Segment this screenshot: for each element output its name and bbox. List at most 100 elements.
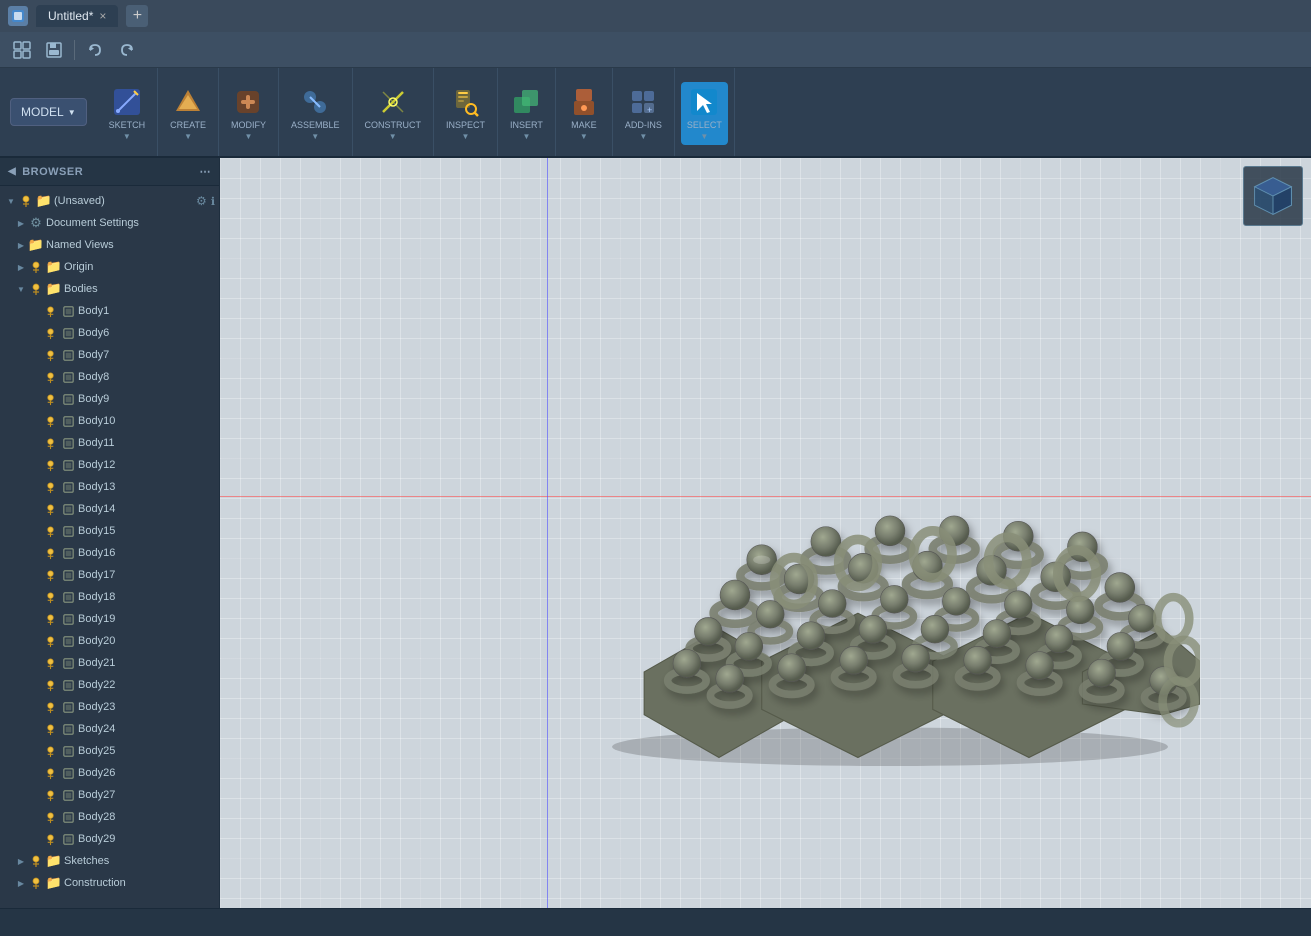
tree-root-item[interactable]: ▼ 📁 (Unsaved) ⚙ ℹ	[0, 190, 219, 212]
tree-body-item[interactable]: ▶ Body23	[0, 696, 219, 718]
tree-body-item[interactable]: ▶ Body14	[0, 498, 219, 520]
tree-body-light-icon	[42, 391, 58, 407]
redo-button[interactable]	[113, 36, 141, 64]
inspect-button[interactable]: INSPECT ▼	[440, 82, 491, 145]
tree-construction-label: Construction	[64, 877, 215, 889]
sketch-button[interactable]: SKETCH ▼	[103, 82, 152, 145]
tree-root-light-icon	[18, 193, 34, 209]
tree-origin-arrow: ▶	[14, 260, 28, 274]
tree-body-box-icon	[60, 457, 76, 473]
tree-body-item[interactable]: ▶ Body11	[0, 432, 219, 454]
tree-settings-gear-icon: ⚙	[28, 215, 44, 231]
modify-section: MODIFY ▼	[219, 68, 279, 156]
tree-origin-item[interactable]: ▶ 📁 Origin	[0, 256, 219, 278]
tree-body-item[interactable]: ▶ Body26	[0, 762, 219, 784]
make-button[interactable]: MAKE ▼	[562, 82, 606, 145]
insert-section: INSERT ▼	[498, 68, 556, 156]
tree-body-box-icon	[60, 435, 76, 451]
tree-body-box-icon	[60, 325, 76, 341]
tree-body-box-icon	[60, 391, 76, 407]
3d-viewport[interactable]	[220, 158, 1311, 908]
new-tab-button[interactable]: +	[126, 5, 148, 27]
tree-construction-folder-icon: 📁	[46, 875, 62, 891]
select-button[interactable]: SELECT ▼	[681, 82, 728, 145]
tree-named-views-item[interactable]: ▶ 📁 Named Views	[0, 234, 219, 256]
tree-body-box-icon	[60, 479, 76, 495]
construct-button[interactable]: CONSTRUCT ▼	[359, 82, 428, 145]
select-label: SELECT	[687, 120, 722, 130]
tree-body-item[interactable]: ▶ Body17	[0, 564, 219, 586]
tree-body-label: Body17	[78, 569, 215, 581]
tree-body-item[interactable]: ▶ Body24	[0, 718, 219, 740]
tree-body-light-icon	[42, 787, 58, 803]
tree-body-light-icon	[42, 743, 58, 759]
tree-body-label: Body21	[78, 657, 215, 669]
tree-body-light-icon	[42, 831, 58, 847]
tree-body-box-icon	[60, 501, 76, 517]
inspect-section: INSPECT ▼	[434, 68, 498, 156]
tree-body-item[interactable]: ▶ Body29	[0, 828, 219, 850]
tree-sketches-item[interactable]: ▶ 📁 Sketches	[0, 850, 219, 872]
tree-body-item[interactable]: ▶ Body1	[0, 300, 219, 322]
tree-construction-item[interactable]: ▶ 📁 Construction	[0, 872, 219, 894]
tree-body-light-icon	[42, 457, 58, 473]
tree-body-item[interactable]: ▶ Body12	[0, 454, 219, 476]
viewport-overlay	[1243, 166, 1303, 226]
tree-body-item[interactable]: ▶ Body27	[0, 784, 219, 806]
assemble-label: ASSEMBLE	[291, 120, 340, 130]
tree-body-item[interactable]: ▶ Body15	[0, 520, 219, 542]
tree-body-item[interactable]: ▶ Body18	[0, 586, 219, 608]
tree-body-box-icon	[60, 809, 76, 825]
tree-body-box-icon	[60, 567, 76, 583]
tree-body-box-icon	[60, 633, 76, 649]
tree-body-light-icon	[42, 413, 58, 429]
close-tab-button[interactable]: ×	[99, 9, 106, 23]
save-button[interactable]	[40, 36, 68, 64]
insert-button[interactable]: INSERT ▼	[504, 82, 549, 145]
modify-button[interactable]: MODIFY ▼	[225, 82, 272, 145]
tree-construction-arrow: ▶	[14, 876, 28, 890]
modify-label: MODIFY	[231, 120, 266, 130]
tree-bodies-item[interactable]: ▼ 📁 Bodies	[0, 278, 219, 300]
tree-doc-settings-item[interactable]: ▶ ⚙ Document Settings	[0, 212, 219, 234]
tree-body-label: Body20	[78, 635, 215, 647]
document-tab[interactable]: Untitled* ×	[36, 5, 118, 27]
tree-body-item[interactable]: ▶ Body8	[0, 366, 219, 388]
grid-button[interactable]	[8, 36, 36, 64]
tree-sketches-label: Sketches	[64, 855, 215, 867]
undo-button[interactable]	[81, 36, 109, 64]
model-dropdown-button[interactable]: MODEL ▼	[10, 98, 87, 126]
tree-body-label: Body9	[78, 393, 215, 405]
tree-body-box-icon	[60, 787, 76, 803]
tree-body-label: Body7	[78, 349, 215, 361]
tree-body-item[interactable]: ▶ Body6	[0, 322, 219, 344]
tree-body-item[interactable]: ▶ Body20	[0, 630, 219, 652]
tree-sketches-arrow: ▶	[14, 854, 28, 868]
tree-bodies-label: Bodies	[64, 283, 215, 295]
tree-body-item[interactable]: ▶ Body16	[0, 542, 219, 564]
tree-body-box-icon	[60, 677, 76, 693]
tree-root-settings-icon[interactable]: ⚙	[196, 194, 207, 208]
tree-body-item[interactable]: ▶ Body9	[0, 388, 219, 410]
create-button[interactable]: CREATE ▼	[164, 82, 212, 145]
tree-body-item[interactable]: ▶ Body22	[0, 674, 219, 696]
tree-body-item[interactable]: ▶ Body13	[0, 476, 219, 498]
tree-body-item[interactable]: ▶ Body7	[0, 344, 219, 366]
tree-body-item[interactable]: ▶ Body21	[0, 652, 219, 674]
tree-body-item[interactable]: ▶ Body19	[0, 608, 219, 630]
status-bar	[0, 908, 1311, 936]
assemble-button[interactable]: ASSEMBLE ▼	[285, 82, 346, 145]
construct-section: CONSTRUCT ▼	[353, 68, 435, 156]
browser-options-button[interactable]: ⋯	[200, 165, 212, 178]
tree-body-box-icon	[60, 347, 76, 363]
tree-body-item[interactable]: ▶ Body25	[0, 740, 219, 762]
browser-collapse-arrow[interactable]: ◀	[8, 166, 16, 177]
tree-body-item[interactable]: ▶ Body10	[0, 410, 219, 432]
tree-body-label: Body29	[78, 833, 215, 845]
construct-dropdown-arrow: ▼	[389, 132, 397, 141]
tree-body-box-icon	[60, 413, 76, 429]
tree-body-item[interactable]: ▶ Body28	[0, 806, 219, 828]
tree-root-info-icon[interactable]: ℹ	[211, 195, 215, 208]
view-cube-button[interactable]	[1243, 166, 1303, 226]
addins-button[interactable]: + ADD-INS ▼	[619, 82, 668, 145]
